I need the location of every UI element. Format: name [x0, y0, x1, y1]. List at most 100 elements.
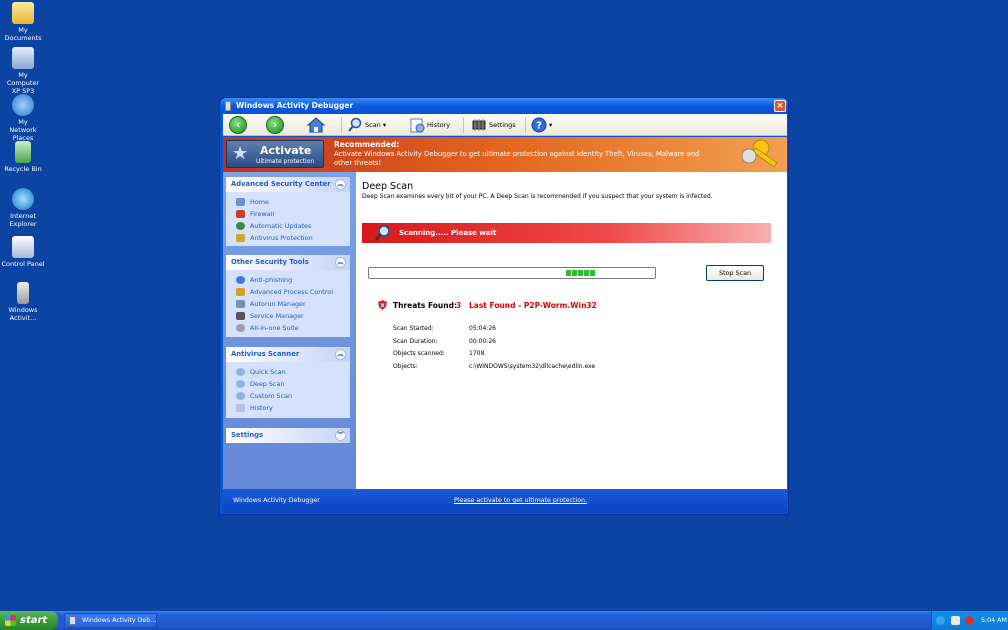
sidebar-item-antivirus-protection[interactable]: Antivirus Protection	[226, 232, 350, 244]
history-button[interactable]: History	[409, 117, 450, 133]
panel-settings: Settings ︾	[226, 428, 350, 443]
suite-icon	[236, 324, 245, 332]
panel-header[interactable]: Antivirus Scanner ︽	[226, 347, 350, 362]
stat-objects-scanned: Objects scanned: 1708	[393, 350, 484, 357]
magnifier-icon	[348, 117, 362, 132]
collapse-icon[interactable]: ︽	[335, 257, 346, 268]
desktop-icon-label: My Computer XP SP3	[6, 71, 40, 95]
taskbar-window-label: Windows Activity Deb...	[82, 617, 157, 624]
close-button[interactable]: ×	[774, 100, 786, 112]
control-panel-icon	[12, 236, 34, 258]
sidebar-item-all-in-one-suite[interactable]: All-in-one Suite	[226, 322, 350, 334]
settings-button[interactable]: Settings	[471, 117, 516, 133]
main-content: Deep Scan Deep Scan examines every bit o…	[356, 172, 787, 489]
desktop-icon-my-documents[interactable]: My Documents	[0, 2, 46, 42]
sidebar-item-label: Custom Scan	[250, 392, 293, 400]
scanning-text: Scanning..... Please wait	[399, 229, 497, 237]
taskbar-window-button[interactable]: Windows Activity Deb...	[64, 613, 157, 628]
sidebar-item-label: Home	[250, 198, 269, 206]
history-icon	[410, 118, 425, 133]
recycle-bin-icon	[15, 141, 31, 163]
panel-header[interactable]: Advanced Security Center ︽	[226, 177, 350, 192]
home-icon	[236, 198, 245, 206]
sidebar-item-advanced-process-control[interactable]: Advanced Process Control	[226, 286, 350, 298]
sidebar-item-label: Antivirus Protection	[250, 234, 313, 242]
collapse-icon[interactable]: ︽	[335, 349, 346, 360]
stat-value: c:\WINDOWS\system32\dllcache\edlin.exe	[469, 363, 596, 370]
recommended-text: Activate Windows Activity Debugger to ge…	[334, 150, 700, 167]
toolbar: ‹ › Scan ▾ History Settings ? ▾	[223, 114, 787, 136]
collapse-icon[interactable]: ︽	[335, 179, 346, 190]
network-tray-icon[interactable]	[936, 616, 945, 625]
desktop-icon-recycle-bin[interactable]: Recycle Bin	[0, 141, 46, 173]
sidebar-item-autorun-manager[interactable]: Autorun Manager	[226, 298, 350, 310]
sidebar-item-label: Firewall	[250, 210, 275, 218]
sidebar-item-label: Advanced Process Control	[250, 288, 333, 296]
scan-menu-button[interactable]: Scan ▾	[347, 117, 386, 133]
activate-button[interactable]: ★ Activate Ultimate protection	[226, 140, 324, 168]
panel-header[interactable]: Other Security Tools ︽	[226, 255, 350, 270]
sidebar-item-label: Service Manager	[250, 312, 304, 320]
stat-label: Scan Duration:	[393, 338, 438, 345]
status-app-name: Windows Activity Debugger	[233, 497, 320, 504]
desktop-icon-my-computer[interactable]: My Computer XP SP3	[0, 47, 46, 95]
security-alert-tray-icon[interactable]	[965, 616, 974, 625]
activate-label: Activate	[260, 144, 312, 157]
panel-advanced-security-center: Advanced Security Center ︽ Home Firewall…	[226, 177, 350, 246]
panel-header[interactable]: Settings ︾	[226, 428, 350, 443]
toolbar-separator	[525, 117, 526, 133]
page-description: Deep Scan examines every bit of your PC.…	[362, 193, 713, 200]
toolbar-separator	[341, 117, 342, 133]
desktop-icon-app-shortcut[interactable]: Windows Activit...	[0, 282, 46, 322]
window-title: Windows Activity Debugger	[236, 101, 354, 110]
scan-progress-bar	[368, 267, 656, 279]
start-button[interactable]: start	[0, 611, 58, 630]
title-bar[interactable]: Windows Activity Debugger ×	[220, 98, 788, 114]
sidebar-item-quick-scan[interactable]: Quick Scan	[226, 366, 350, 378]
desktop-icon-label: Control Panel	[1, 260, 45, 268]
sidebar-item-firewall[interactable]: Firewall	[226, 208, 350, 220]
sidebar-item-deep-scan[interactable]: Deep Scan	[226, 378, 350, 390]
toolbar-separator	[463, 117, 464, 133]
sidebar-item-anti-phishing[interactable]: Anti-phishing	[226, 274, 350, 286]
clock: 5:04 AM	[981, 617, 1007, 624]
panel-title: Antivirus Scanner	[231, 350, 300, 358]
sidebar-item-history[interactable]: History	[226, 402, 350, 414]
history-icon	[236, 404, 245, 412]
start-label: start	[20, 615, 48, 626]
desktop-icon-control-panel[interactable]: Control Panel	[0, 236, 46, 268]
desktop-icon-label: My Network Places	[9, 118, 37, 142]
home-icon[interactable]	[307, 117, 325, 133]
desktop-icon-label: Recycle Bin	[4, 165, 42, 173]
app-window: Windows Activity Debugger × ‹ › Scan ▾ H…	[219, 97, 789, 515]
folder-icon	[12, 2, 34, 24]
sidebar-item-label: Deep Scan	[250, 380, 285, 388]
app-icon	[69, 616, 76, 625]
sidebar-item-service-manager[interactable]: Service Manager	[226, 310, 350, 322]
stop-scan-button[interactable]: Stop Scan	[706, 265, 764, 281]
stat-label: Objects scanned:	[393, 350, 445, 357]
windows-flag-icon	[5, 615, 16, 626]
expand-icon[interactable]: ︾	[335, 430, 346, 441]
magnifier-icon	[375, 225, 390, 241]
forward-button[interactable]: ›	[266, 116, 284, 134]
scanning-status-bar: Scanning..... Please wait	[362, 223, 771, 243]
sidebar-item-automatic-updates[interactable]: Automatic Updates	[226, 220, 350, 232]
desktop-icon-network-places[interactable]: My Network Places	[0, 94, 46, 142]
help-button[interactable]: ? ▾	[531, 117, 552, 133]
process-icon	[236, 288, 245, 296]
panel-antivirus-scanner: Antivirus Scanner ︽ Quick Scan Deep Scan…	[226, 347, 350, 418]
speaker-tray-icon[interactable]	[951, 616, 960, 625]
ie-icon	[12, 188, 34, 210]
app-shortcut-icon	[17, 282, 29, 304]
sidebar-item-home[interactable]: Home	[226, 196, 350, 208]
back-button[interactable]: ‹	[229, 116, 247, 134]
desktop-icon-internet-explorer[interactable]: Internet Explorer	[0, 188, 46, 228]
stat-label: Objects:	[393, 363, 418, 370]
star-icon: ★	[232, 143, 249, 164]
activate-link[interactable]: Please activate to get ultimate protecti…	[454, 489, 587, 513]
sidebar-item-custom-scan[interactable]: Custom Scan	[226, 390, 350, 402]
activate-sublabel: Ultimate protection	[256, 158, 315, 165]
svg-text:?: ?	[536, 121, 542, 132]
stat-value: 00:00:26	[469, 338, 496, 345]
